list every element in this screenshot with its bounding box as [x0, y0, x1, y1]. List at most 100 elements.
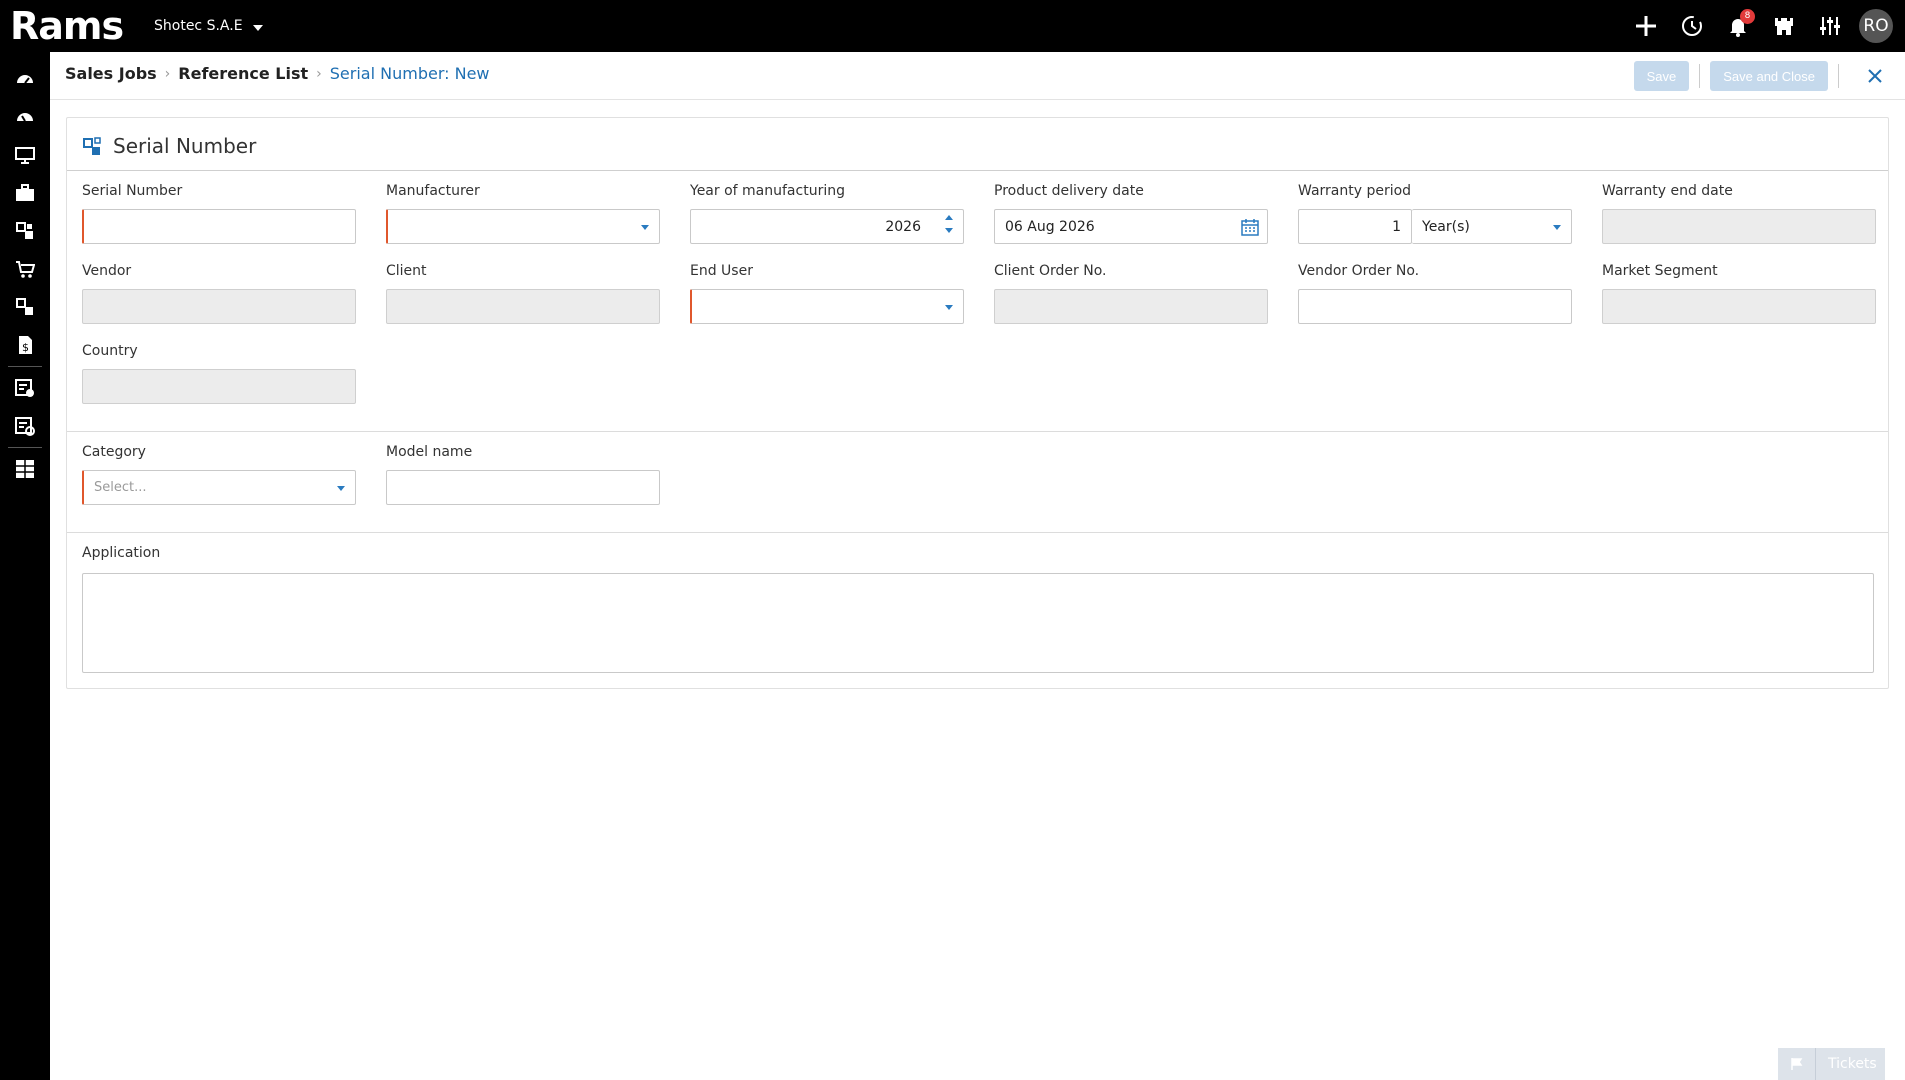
breadcrumb-sales-jobs[interactable]: Sales Jobs	[65, 64, 157, 83]
sidebar-item-dashboard[interactable]	[0, 60, 50, 98]
castle-icon	[1775, 18, 1793, 35]
manufacturer-field: Manufacturer	[386, 181, 660, 244]
history-icon	[1682, 16, 1702, 36]
end-user-select[interactable]	[690, 289, 964, 324]
top-icons: 8 RO	[1623, 0, 1905, 52]
chevron-down-icon	[641, 225, 649, 230]
warranty-end-input	[1602, 209, 1876, 244]
country-input	[82, 369, 356, 404]
client-order-field: Client Order No.	[994, 261, 1268, 324]
sidebar-divider	[8, 447, 42, 448]
checklist-icon	[15, 379, 34, 397]
serial-number-input[interactable]	[82, 209, 356, 244]
sidebar-item-settings-doc[interactable]	[0, 407, 50, 445]
notifications-button[interactable]: 8	[1715, 0, 1761, 52]
save-and-close-button[interactable]: Save and Close	[1710, 61, 1828, 91]
page-header: Sales Jobs › Reference List › Serial Num…	[50, 52, 1905, 100]
invoice-icon: $	[19, 336, 32, 354]
rams-logo[interactable]: Rams	[10, 4, 124, 48]
sidebar: $	[0, 52, 50, 1080]
save-button[interactable]: Save	[1633, 61, 1690, 91]
stepper-down-icon[interactable]	[945, 228, 953, 233]
application-textarea[interactable]	[82, 573, 1874, 673]
briefcase-icon	[16, 184, 34, 201]
form-header: Serial Number	[83, 134, 256, 158]
company-selector[interactable]: Shotec S.A.E	[154, 18, 263, 34]
settings-button[interactable]	[1807, 0, 1853, 52]
warranty-period-value: 1	[1392, 218, 1401, 235]
sidebar-item-module[interactable]	[0, 288, 50, 326]
category-select[interactable]: Select...	[82, 470, 356, 505]
chevron-right-icon: ›	[316, 65, 322, 82]
sidebar-item-monitor[interactable]	[0, 136, 50, 174]
end-user-label: End User	[690, 263, 753, 279]
title-divider	[67, 170, 1888, 171]
vendor-field: Vendor	[82, 261, 356, 324]
country-field: Country	[82, 341, 356, 404]
warranty-period-input[interactable]: 1	[1298, 209, 1412, 244]
vendor-order-label: Vendor Order No.	[1298, 263, 1420, 279]
svg-text:$: $	[22, 341, 29, 354]
sidebar-item-cart[interactable]	[0, 250, 50, 288]
market-segment-label: Market Segment	[1602, 263, 1718, 279]
delivery-date-input[interactable]: 06 Aug 2026	[994, 209, 1268, 244]
actions-divider	[1699, 64, 1701, 88]
add-button[interactable]	[1623, 0, 1669, 52]
sidebar-item-checklist[interactable]	[0, 369, 50, 407]
year-label: Year of manufacturing	[690, 183, 845, 199]
year-input[interactable]: 2026	[690, 209, 964, 244]
close-button[interactable]	[1857, 61, 1893, 91]
form-title: Serial Number	[113, 134, 257, 158]
year-value: 2026	[885, 218, 921, 235]
logo-text: Rams	[10, 4, 124, 48]
avatar[interactable]: RO	[1859, 9, 1893, 43]
company-name: Shotec S.A.E	[154, 18, 243, 34]
client-order-label: Client Order No.	[994, 263, 1107, 279]
sidebar-item-invoice[interactable]: $	[0, 326, 50, 364]
market-segment-field: Market Segment	[1602, 261, 1876, 324]
vendor-order-field: Vendor Order No.	[1298, 261, 1572, 324]
warranty-field: Warranty period 1 Year(s)	[1298, 181, 1572, 244]
end-user-field: End User	[690, 261, 964, 324]
serial-number-form: Serial Number Serial Number Manufacturer…	[66, 117, 1889, 689]
stepper-up-icon[interactable]	[945, 215, 953, 220]
serial-icon	[83, 137, 101, 155]
sidebar-item-grid[interactable]	[0, 450, 50, 488]
sidebar-item-dashboard-alt[interactable]	[0, 98, 50, 136]
cart-icon	[16, 261, 35, 278]
model-name-input[interactable]	[386, 470, 660, 505]
breadcrumb-current: Serial Number: New	[329, 64, 490, 83]
warranty-unit-select[interactable]: Year(s)	[1412, 209, 1572, 244]
dashboard-alt-icon	[17, 113, 33, 122]
history-button[interactable]	[1669, 0, 1715, 52]
model-name-label: Model name	[386, 444, 473, 460]
chevron-down-icon	[1553, 225, 1561, 230]
module-icon	[16, 298, 33, 315]
sidebar-item-serial[interactable]	[0, 212, 50, 250]
breadcrumb-reference-list[interactable]: Reference List	[178, 64, 308, 83]
calendar-icon[interactable]	[1241, 218, 1259, 236]
plus-icon	[1636, 16, 1656, 36]
client-input	[386, 289, 660, 324]
sidebar-item-briefcase[interactable]	[0, 174, 50, 212]
category-label: Category	[82, 444, 146, 460]
delivery-date-label: Product delivery date	[994, 183, 1144, 199]
settings-doc-icon	[15, 417, 35, 436]
application-label: Application	[82, 545, 161, 561]
breadcrumb: Sales Jobs › Reference List › Serial Num…	[65, 64, 490, 83]
tickets-button[interactable]: Tickets	[1778, 1048, 1885, 1080]
sliders-icon	[1820, 17, 1840, 35]
castle-button[interactable]	[1761, 0, 1807, 52]
vendor-order-input[interactable]	[1298, 289, 1572, 324]
manufacturer-select[interactable]	[386, 209, 660, 244]
warranty-end-field: Warranty end date	[1602, 181, 1876, 244]
serial-number-field: Serial Number	[82, 181, 356, 244]
warranty-end-label: Warranty end date	[1602, 183, 1733, 199]
sidebar-divider	[8, 366, 42, 367]
tickets-label: Tickets	[1828, 1056, 1877, 1072]
actions-divider	[1838, 64, 1839, 88]
year-field: Year of manufacturing 2026	[690, 181, 964, 244]
warranty-unit-value: Year(s)	[1422, 218, 1470, 235]
section-divider	[67, 431, 1888, 432]
notification-badge: 8	[1740, 9, 1755, 24]
